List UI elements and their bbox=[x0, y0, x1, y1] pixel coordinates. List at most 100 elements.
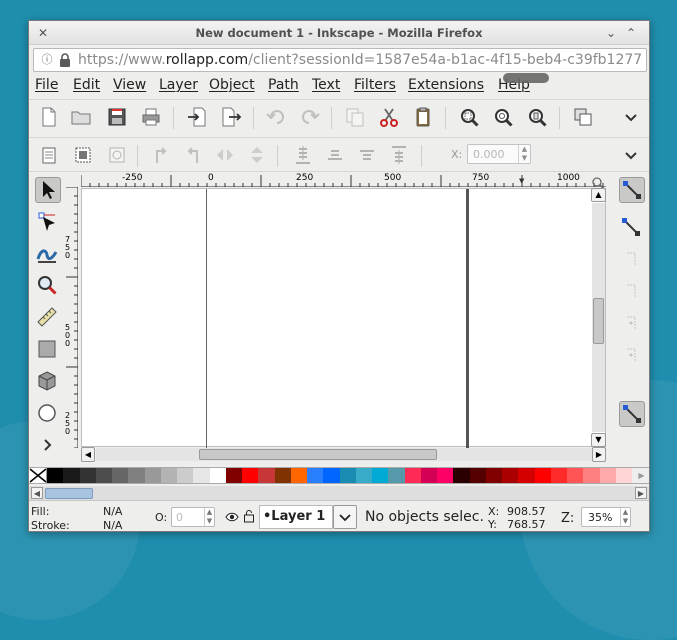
print-icon[interactable] bbox=[139, 105, 163, 129]
scroll-right-icon[interactable]: ▶ bbox=[592, 447, 606, 462]
export-icon[interactable] bbox=[219, 105, 243, 129]
object-properties-icon[interactable] bbox=[571, 105, 595, 129]
zoom-field[interactable]: 35% ▲ ▼ bbox=[581, 507, 631, 527]
menu-filters[interactable]: Filters bbox=[354, 77, 396, 93]
cut-icon[interactable] bbox=[377, 105, 401, 129]
node-tool-icon[interactable] bbox=[35, 209, 61, 235]
lock-icon[interactable] bbox=[58, 52, 72, 68]
color-swatch[interactable] bbox=[420, 468, 437, 483]
color-swatch[interactable] bbox=[225, 468, 242, 483]
flip-horizontal-icon[interactable] bbox=[213, 143, 237, 167]
color-swatch[interactable] bbox=[388, 468, 405, 483]
horizontal-scroll-thumb[interactable] bbox=[199, 449, 437, 460]
more-controls-chevron-icon[interactable] bbox=[619, 143, 643, 167]
color-swatch[interactable] bbox=[63, 468, 80, 483]
raise-icon[interactable] bbox=[355, 143, 379, 167]
zoom-spinner[interactable]: ▲ ▼ bbox=[620, 508, 630, 526]
color-swatch[interactable] bbox=[209, 468, 226, 483]
color-swatch[interactable] bbox=[404, 468, 421, 483]
color-swatch[interactable] bbox=[469, 468, 486, 483]
color-swatch[interactable] bbox=[323, 468, 340, 483]
paste-icon[interactable] bbox=[411, 105, 435, 129]
zoom-corner-icon[interactable] bbox=[591, 174, 605, 190]
color-swatch[interactable] bbox=[95, 468, 112, 483]
save-icon[interactable] bbox=[105, 105, 129, 129]
measure-tool-icon[interactable] bbox=[35, 305, 61, 331]
more-chevron-icon[interactable] bbox=[619, 105, 643, 129]
opacity-spinner[interactable]: ▲ ▼ bbox=[204, 508, 214, 526]
x-field-spinner[interactable]: ▲ ▼ bbox=[518, 145, 530, 163]
color-swatch[interactable] bbox=[274, 468, 291, 483]
color-swatch[interactable] bbox=[453, 468, 470, 483]
color-swatch[interactable] bbox=[534, 468, 551, 483]
enable-snapping-icon[interactable] bbox=[619, 177, 645, 203]
color-swatch[interactable] bbox=[355, 468, 372, 483]
menu-view[interactable]: View bbox=[113, 77, 146, 93]
zoom-tool-icon[interactable] bbox=[35, 273, 61, 299]
palette-scroll-right-icon[interactable]: ▶ bbox=[635, 487, 647, 499]
open-icon[interactable] bbox=[69, 105, 93, 129]
color-swatch[interactable] bbox=[599, 468, 616, 483]
menu-text[interactable]: Text bbox=[312, 77, 340, 93]
menu-object[interactable]: Object bbox=[209, 77, 255, 93]
window-titlebar[interactable]: ✕ New document 1 - Inkscape - Mozilla Fi… bbox=[29, 21, 649, 45]
palette-scroll-left-icon[interactable]: ◀ bbox=[31, 487, 43, 499]
fill-value[interactable]: N/A bbox=[103, 505, 122, 518]
current-layer-box[interactable]: •Layer 1 bbox=[259, 505, 333, 529]
new-document-icon[interactable] bbox=[37, 105, 61, 129]
color-swatch[interactable] bbox=[339, 468, 356, 483]
info-icon[interactable]: ⓘ bbox=[40, 53, 54, 67]
color-swatch[interactable] bbox=[437, 468, 454, 483]
duplicate-icon[interactable] bbox=[343, 105, 367, 129]
color-swatch[interactable] bbox=[242, 468, 259, 483]
stroke-value[interactable]: N/A bbox=[103, 519, 122, 531]
zoom-selection-icon[interactable] bbox=[457, 105, 481, 129]
vertical-ruler[interactable]: 7 5 0 5 0 0 2 5 0 bbox=[64, 187, 78, 448]
menu-path[interactable]: Path bbox=[268, 77, 299, 93]
color-swatch[interactable] bbox=[128, 468, 145, 483]
menu-extensions[interactable]: Extensions bbox=[408, 77, 484, 93]
color-swatch[interactable] bbox=[485, 468, 502, 483]
color-swatch[interactable] bbox=[567, 468, 584, 483]
snap-bbox-centers-icon[interactable] bbox=[619, 343, 645, 369]
color-swatch[interactable] bbox=[518, 468, 535, 483]
lower-to-bottom-icon[interactable] bbox=[291, 143, 315, 167]
rotate-cw-icon[interactable] bbox=[181, 143, 205, 167]
rotate-ccw-icon[interactable] bbox=[149, 143, 173, 167]
color-swatch[interactable] bbox=[144, 468, 161, 483]
expand-tools-icon[interactable] bbox=[35, 433, 61, 459]
tweak-tool-icon[interactable] bbox=[35, 241, 61, 267]
address-bar[interactable]: ⓘ https://www.rollapp.com/client?session… bbox=[33, 48, 647, 72]
color-swatch[interactable] bbox=[307, 468, 324, 483]
color-swatch[interactable] bbox=[177, 468, 194, 483]
redo-icon[interactable] bbox=[297, 105, 321, 129]
url-text[interactable]: https://www.rollapp.com/client?sessionId… bbox=[78, 52, 644, 68]
rectangle-tool-icon[interactable] bbox=[35, 337, 61, 363]
color-swatch[interactable] bbox=[372, 468, 389, 483]
minimize-icon[interactable]: ⌄ bbox=[603, 25, 619, 41]
ellipse-tool-icon[interactable] bbox=[35, 401, 61, 427]
palette-scroll-thumb[interactable] bbox=[45, 488, 93, 499]
scroll-down-icon[interactable]: ▼ bbox=[591, 433, 606, 447]
select-all-layers-icon[interactable] bbox=[71, 143, 95, 167]
color-swatch[interactable] bbox=[47, 468, 64, 483]
color-swatch[interactable] bbox=[79, 468, 96, 483]
vertical-scroll-thumb[interactable] bbox=[593, 298, 604, 344]
eye-icon[interactable] bbox=[225, 511, 239, 523]
color-swatch[interactable] bbox=[583, 468, 600, 483]
snap-bbox-edges-icon[interactable] bbox=[619, 247, 645, 273]
no-paint-swatch[interactable] bbox=[29, 468, 47, 483]
import-icon[interactable] bbox=[185, 105, 209, 129]
zoom-page-icon[interactable] bbox=[525, 105, 549, 129]
color-swatch[interactable] bbox=[258, 468, 275, 483]
select-all-icon[interactable] bbox=[37, 143, 61, 167]
3d-box-tool-icon[interactable] bbox=[35, 369, 61, 395]
color-swatch[interactable] bbox=[160, 468, 177, 483]
palette-menu-icon[interactable]: ▶ bbox=[632, 468, 649, 483]
menu-edit[interactable]: Edit bbox=[73, 77, 100, 93]
menu-file[interactable]: File bbox=[35, 77, 58, 93]
undo-icon[interactable] bbox=[265, 105, 289, 129]
snap-nodes-icon[interactable] bbox=[619, 401, 645, 427]
drawing-canvas[interactable] bbox=[81, 188, 606, 448]
zoom-drawing-icon[interactable] bbox=[491, 105, 515, 129]
